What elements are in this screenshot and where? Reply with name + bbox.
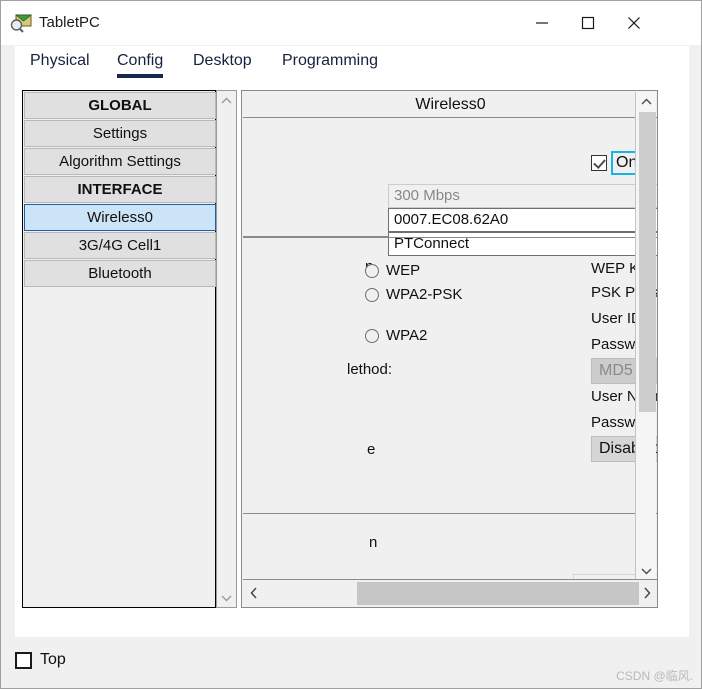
sidebar-item-3g4g-cell1[interactable]: 3G/4G Cell1 (24, 232, 216, 259)
radio-wep-label: WEP (386, 262, 421, 279)
sidebar-item-settings[interactable]: Settings (24, 120, 216, 147)
maximize-button[interactable] (565, 1, 611, 45)
close-button[interactable] (611, 1, 657, 45)
interface-panel: Wireless0 On 300 Mbps 0007.EC08.62A0 PTC… (241, 90, 658, 608)
interface-scroll-down-icon[interactable] (637, 561, 656, 580)
sidebar-scroll-up-icon[interactable] (217, 91, 236, 110)
security-group: n WEP WPA2-PSK WPA2 lethod: e (243, 237, 657, 514)
window-footer: Top CSDN @临风. (1, 637, 701, 688)
tab-desktop[interactable]: Desktop (193, 46, 252, 80)
encryption-label-clipped: e (367, 441, 376, 458)
interface-vertical-scroll-thumb[interactable] (639, 112, 656, 412)
interface-viewport: On 300 Mbps 0007.EC08.62A0 PTConnect n W… (243, 118, 657, 580)
title-bar: TabletPC (1, 1, 701, 45)
watermark: CSDN @临风. (616, 669, 693, 683)
radio-wpa2[interactable]: WPA2 (365, 327, 427, 344)
interface-scroll-left-icon[interactable] (243, 580, 265, 605)
interface-scroll-right-icon[interactable] (636, 580, 657, 605)
method-select-value: MD5 (599, 362, 633, 379)
tab-physical[interactable]: Physical (30, 46, 90, 80)
sidebar-scroll-down-icon[interactable] (217, 588, 236, 607)
bandwidth-field: 300 Mbps (388, 184, 657, 208)
tab-config[interactable]: Config (117, 46, 164, 80)
tabletpc-window: TabletPC Physical Config Desktop Program… (0, 0, 702, 689)
sidebar-item-wireless0[interactable]: Wireless0 (24, 204, 216, 231)
sidebar-item-global: GLOBAL (24, 92, 216, 119)
radio-wpa2-psk[interactable]: WPA2-PSK (365, 286, 462, 303)
method-label-clipped: lethod: (347, 361, 393, 378)
packet-tracer-icon (10, 12, 33, 34)
port-status-checkbox[interactable] (591, 155, 607, 171)
top-label: Top (40, 651, 66, 668)
radio-wpa2-psk-icon[interactable] (365, 287, 379, 302)
interface-title: Wireless0 (243, 92, 657, 118)
minimize-button[interactable] (519, 1, 565, 45)
sidebar-item-algorithm-settings[interactable]: Algorithm Settings (24, 148, 216, 175)
window-title: TabletPC (39, 14, 100, 31)
interface-horizontal-scroll-thumb[interactable] (357, 582, 639, 605)
sidebar-item-bluetooth[interactable]: Bluetooth (24, 260, 216, 287)
sidebar-scrollbar[interactable] (216, 90, 237, 608)
radio-wep-icon[interactable] (365, 263, 379, 278)
bottom-group: n (243, 514, 657, 580)
config-sidebar: GLOBAL Settings Algorithm Settings INTER… (22, 90, 216, 608)
bottom-label-clipped: n (369, 534, 378, 551)
top-checkbox[interactable] (15, 652, 32, 669)
tab-programming[interactable]: Programming (282, 46, 378, 80)
interface-vertical-scrollbar[interactable] (635, 92, 656, 580)
interface-horizontal-scrollbar[interactable] (243, 579, 657, 606)
interface-scroll-up-icon[interactable] (637, 92, 656, 111)
radio-wep[interactable]: WEP (365, 262, 420, 279)
mac-address-field[interactable]: 0007.EC08.62A0 (388, 208, 657, 232)
radio-wpa2-label: WPA2 (386, 327, 428, 344)
sidebar-item-interface: INTERFACE (24, 176, 216, 203)
radio-wpa2-icon[interactable] (365, 328, 379, 343)
tab-bar: Physical Config Desktop Programming (15, 46, 689, 80)
radio-wpa2-psk-label: WPA2-PSK (386, 286, 463, 303)
